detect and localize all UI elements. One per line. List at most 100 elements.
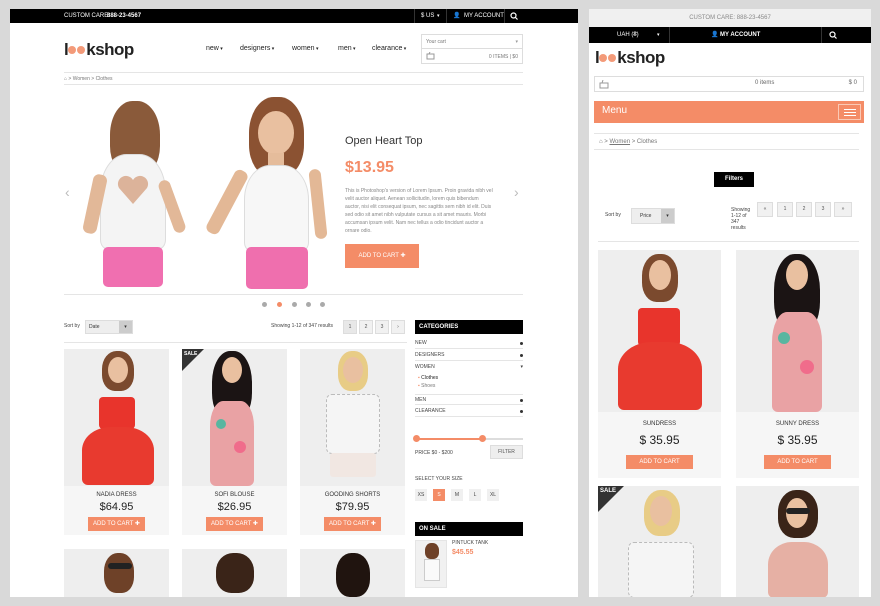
product-card[interactable]: NADIA DRESS $64.95 ADD TO CART ✚ xyxy=(64,349,169,535)
product-name[interactable]: GOODING SHORTS xyxy=(300,492,405,498)
categories-heading: CATEGORIES xyxy=(415,320,523,334)
search-icon[interactable] xyxy=(510,12,518,20)
product-name[interactable]: SUNNY DRESS xyxy=(736,421,859,427)
sort-select[interactable]: Date ▾ xyxy=(85,320,133,334)
page-2[interactable]: 2 xyxy=(359,320,373,334)
size-heading: SELECT YOUR SIZE xyxy=(415,476,463,482)
price-slider-max-handle[interactable] xyxy=(479,435,486,442)
prev-arrow-icon[interactable]: ‹ xyxy=(65,184,70,200)
sort-select[interactable]: Price ▾ xyxy=(631,208,675,224)
subcategory-clothes[interactable]: ▪ Clothes xyxy=(418,375,438,381)
product-card[interactable]: SALE xyxy=(598,486,721,597)
product-image[interactable] xyxy=(736,250,859,412)
product-image[interactable] xyxy=(182,549,287,597)
slider-dot[interactable] xyxy=(306,302,311,307)
currency-select[interactable]: $ US xyxy=(421,9,434,23)
product-image[interactable] xyxy=(64,349,169,486)
next-page-button[interactable]: » xyxy=(834,202,852,217)
product-card[interactable]: SUNNY DRESS $ 35.95 ADD TO CART xyxy=(736,250,859,478)
page-3[interactable]: 3 xyxy=(375,320,389,334)
logo[interactable]: l kshop xyxy=(64,40,134,60)
results-count: Showing 1-12 of 347 results xyxy=(731,207,751,231)
add-to-cart-button[interactable]: ADD TO CART ✚ xyxy=(324,517,381,531)
product-card[interactable]: SUNDRESS $ 35.95 ADD TO CART xyxy=(598,250,721,478)
product-image[interactable] xyxy=(300,349,405,486)
nav-clearance[interactable]: clearance xyxy=(372,45,406,52)
hero-model-back-image xyxy=(81,99,188,294)
subcategory-shoes[interactable]: ▪ Shoes xyxy=(418,383,435,389)
home-icon[interactable]: ⌂ xyxy=(64,76,67,82)
nav-new[interactable]: new xyxy=(206,45,223,52)
breadcrumb-women[interactable]: Women xyxy=(73,76,90,82)
breadcrumb-women[interactable]: Women xyxy=(609,139,630,145)
my-account-link[interactable]: MY ACCOUNT xyxy=(464,9,504,23)
product-card[interactable]: GOODING SHORTS $79.95 ADD TO CART ✚ xyxy=(300,349,405,535)
prev-page-button[interactable]: « xyxy=(757,202,773,217)
plus-icon: ✚ xyxy=(400,253,406,259)
nav-women[interactable]: women xyxy=(292,45,318,52)
size-l[interactable]: L xyxy=(469,489,481,501)
page-2[interactable]: 2 xyxy=(796,202,812,217)
category-designers[interactable]: DESIGNERS xyxy=(415,350,523,361)
add-to-cart-button[interactable]: ADD TO CART ✚ xyxy=(88,517,145,531)
mobile-cart-widget[interactable]: 0 items $ 0 xyxy=(594,76,864,92)
product-price: $79.95 xyxy=(335,501,370,513)
product-price: $ 35.95 xyxy=(639,433,680,447)
filters-button[interactable]: Filters xyxy=(714,172,754,187)
my-account-link[interactable]: MY ACCOUNT xyxy=(720,27,760,43)
product-price: $ 35.95 xyxy=(777,433,818,447)
add-to-cart-button[interactable]: ADD TO CART xyxy=(626,455,693,469)
product-card[interactable] xyxy=(300,549,405,597)
nav-men[interactable]: men xyxy=(338,45,356,52)
logo[interactable]: l kshop xyxy=(595,48,665,68)
custom-care-label: CUSTOM CARE: xyxy=(64,13,110,19)
currency-select[interactable]: UAH (₴) xyxy=(617,27,639,43)
price-slider-min-handle[interactable] xyxy=(413,435,420,442)
size-m[interactable]: M xyxy=(451,489,463,501)
hamburger-icon[interactable] xyxy=(838,104,861,120)
product-card[interactable] xyxy=(182,549,287,597)
price-slider-track[interactable] xyxy=(415,438,485,440)
on-sale-product-image[interactable] xyxy=(415,540,447,588)
next-arrow-icon[interactable]: › xyxy=(514,184,519,200)
size-xs[interactable]: XS xyxy=(415,489,427,501)
price-range-label: PRICE $0 - $200 xyxy=(415,450,453,456)
page-1[interactable]: 1 xyxy=(777,202,793,217)
on-sale-product-name[interactable]: PINTUCK TANK xyxy=(452,540,488,546)
slider-dot[interactable] xyxy=(320,302,325,307)
basket-icon xyxy=(426,52,435,60)
slider-dot-active[interactable] xyxy=(277,302,282,307)
size-xl[interactable]: XL xyxy=(487,489,499,501)
mobile-menu-bar[interactable]: Menu xyxy=(594,101,864,123)
product-image[interactable] xyxy=(736,486,859,597)
filter-button[interactable]: FILTER xyxy=(490,445,523,459)
nav-designers[interactable]: designers xyxy=(240,45,274,52)
cart-widget[interactable]: Your cart ▾ 0 ITEMS | $0 xyxy=(421,34,523,64)
product-image[interactable] xyxy=(598,250,721,412)
menu-label: Menu xyxy=(602,105,628,116)
next-page-icon[interactable]: › xyxy=(391,320,405,334)
category-clearance[interactable]: CLEARANCE xyxy=(415,406,523,417)
product-image[interactable] xyxy=(64,549,169,597)
product-image[interactable] xyxy=(300,549,405,597)
home-icon[interactable]: ⌂ xyxy=(599,139,603,145)
category-new[interactable]: NEW xyxy=(415,338,523,349)
page-3[interactable]: 3 xyxy=(815,202,831,217)
slider-dot[interactable] xyxy=(262,302,267,307)
page-1[interactable]: 1 xyxy=(343,320,357,334)
category-women[interactable]: WOMEN ▾ xyxy=(415,362,523,373)
slider-dot[interactable] xyxy=(292,302,297,307)
product-name[interactable]: NADIA DRESS xyxy=(64,492,169,498)
hero-add-to-cart-button[interactable]: ADD TO CART ✚ xyxy=(345,244,419,268)
add-to-cart-button[interactable]: ADD TO CART ✚ xyxy=(206,517,263,531)
search-icon[interactable] xyxy=(829,31,837,39)
product-card[interactable]: SALE SOFI BLOUSE $26.95 ADD TO CART ✚ xyxy=(182,349,287,535)
category-men[interactable]: MEN xyxy=(415,394,523,405)
product-card[interactable] xyxy=(64,549,169,597)
product-card[interactable] xyxy=(736,486,859,597)
hero-description: This is Photoshop's version of Lorem Ips… xyxy=(345,188,493,234)
product-name[interactable]: SUNDRESS xyxy=(598,421,721,427)
size-s[interactable]: S xyxy=(433,489,445,501)
add-to-cart-button[interactable]: ADD TO CART xyxy=(764,455,831,469)
product-name[interactable]: SOFI BLOUSE xyxy=(182,492,287,498)
